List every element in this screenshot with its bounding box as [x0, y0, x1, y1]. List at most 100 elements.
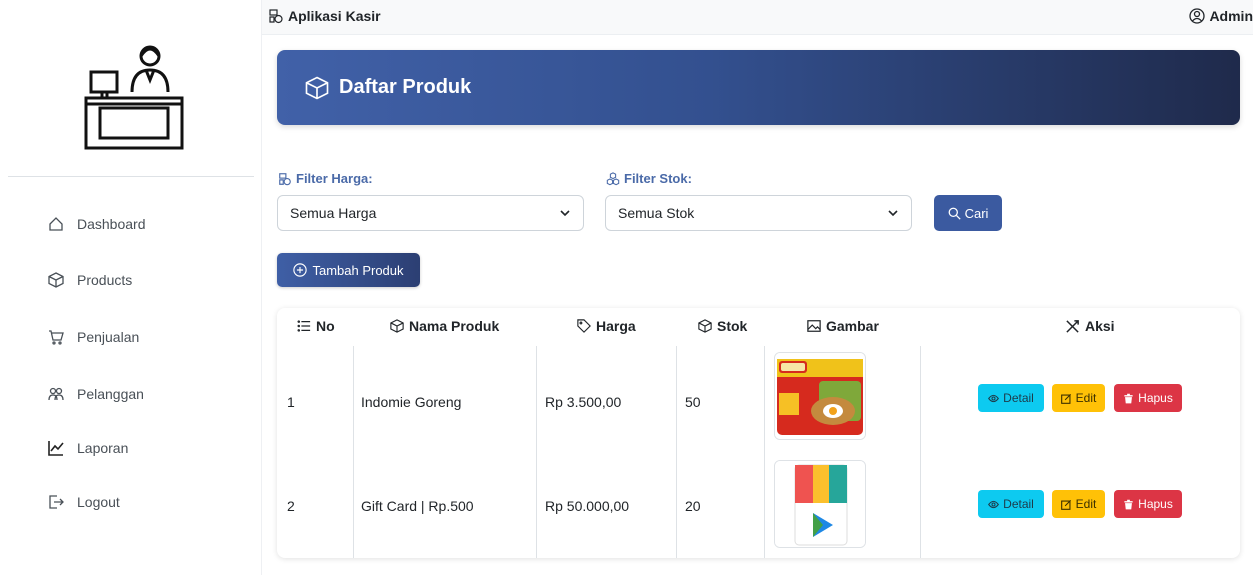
edit-button[interactable]: Edit	[1052, 490, 1105, 518]
box-icon	[390, 319, 404, 333]
sidebar-item-laporan[interactable]: Laporan	[47, 436, 128, 460]
trash-icon	[1124, 499, 1133, 509]
edit-button-label: Edit	[1075, 497, 1097, 511]
stock-filter-select[interactable]: Semua Stok	[605, 195, 912, 231]
sidebar-item-penjualan[interactable]: Penjualan	[47, 325, 139, 349]
search-button[interactable]: Cari	[934, 195, 1002, 231]
sidebar-item-logout[interactable]: Logout	[47, 490, 120, 514]
column-divider	[353, 346, 354, 558]
chevron-down-icon	[888, 210, 898, 217]
app-title: Aplikasi Kasir	[288, 8, 381, 24]
cashier-logo-icon	[82, 42, 186, 150]
list-icon	[297, 320, 311, 332]
column-divider	[764, 346, 765, 558]
box-icon	[698, 319, 712, 333]
row-2-no: 2	[287, 498, 295, 514]
detail-button-label: Detail	[1003, 391, 1034, 405]
column-header-price[interactable]: Harga	[577, 318, 636, 334]
column-header-label: Aksi	[1085, 318, 1115, 334]
column-header-label: Stok	[717, 318, 748, 334]
chevron-down-icon	[560, 210, 570, 217]
row-2-stock: 20	[685, 498, 701, 514]
delete-button-label: Hapus	[1138, 391, 1173, 405]
people-icon	[47, 385, 65, 403]
edit-button[interactable]: Edit	[1052, 384, 1105, 412]
box-icon	[47, 271, 65, 289]
column-divider	[676, 346, 677, 558]
search-button-label: Cari	[964, 205, 989, 221]
detail-button-label: Detail	[1003, 497, 1034, 511]
column-header-label: Gambar	[826, 318, 879, 334]
page-title: Daftar Produk	[305, 76, 471, 100]
products-table: No Nama Produk Harga Stok Gambar Aksi 1 …	[277, 308, 1240, 558]
tools-icon	[1066, 319, 1079, 333]
column-header-stock[interactable]: Stok	[698, 318, 747, 334]
column-header-label: Harga	[596, 318, 636, 334]
column-header-image[interactable]: Gambar	[807, 318, 879, 334]
column-header-label: No	[316, 318, 335, 334]
page-header: Daftar Produk	[277, 50, 1240, 125]
user-circle-icon	[1189, 8, 1206, 24]
sidebar-item-label: Pelanggan	[77, 386, 144, 402]
sidebar-item-label: Dashboard	[77, 216, 146, 232]
column-header-no[interactable]: No	[297, 318, 335, 334]
column-header-action[interactable]: Aksi	[1065, 318, 1115, 334]
indomie-product-image	[774, 352, 866, 440]
app-brand[interactable]: Aplikasi Kasir	[268, 8, 381, 24]
top-navbar: Aplikasi Kasir Admin	[262, 0, 1253, 35]
detail-button[interactable]: Detail	[978, 490, 1044, 518]
sidebar-item-label: Logout	[77, 494, 120, 510]
pencil-square-icon	[1060, 499, 1071, 510]
delete-button-label: Hapus	[1138, 497, 1173, 511]
column-divider	[920, 346, 921, 558]
tag-icon	[577, 319, 591, 333]
price-filter-value: Semua Harga	[290, 205, 377, 221]
column-header-name[interactable]: Nama Produk	[390, 318, 499, 334]
page-title-text: Daftar Produk	[339, 76, 472, 98]
sidebar-item-label: Laporan	[77, 440, 129, 456]
box-icon	[305, 76, 329, 99]
row-2-name: Gift Card | Rp.500	[361, 498, 474, 514]
cash-register-icon	[269, 9, 283, 24]
home-icon	[47, 215, 65, 233]
cash-register-icon	[279, 172, 291, 185]
pencil-square-icon	[1060, 393, 1071, 404]
stock-filter-label: Filter Stok:	[606, 171, 692, 186]
sidebar-item-dashboard[interactable]: Dashboard	[47, 212, 146, 236]
column-header-label: Nama Produk	[409, 318, 500, 334]
logout-icon	[47, 493, 65, 511]
price-filter-label-text: Filter Harga:	[296, 171, 373, 186]
sidebar-item-pelanggan[interactable]: Pelanggan	[47, 382, 144, 406]
boxes-icon	[606, 171, 620, 185]
column-divider	[536, 346, 537, 558]
price-filter-select[interactable]: Semua Harga	[277, 195, 584, 231]
stock-filter-value: Semua Stok	[618, 205, 695, 221]
delete-button[interactable]: Hapus	[1114, 384, 1182, 412]
image-icon	[807, 320, 821, 332]
sidebar-item-label: Products	[77, 272, 133, 288]
add-product-button[interactable]: Tambah Produk	[277, 253, 420, 287]
row-2-price: Rp 50.000,00	[545, 498, 630, 514]
sidebar-item-label: Penjualan	[77, 329, 140, 345]
sidebar-item-products[interactable]: Products	[47, 268, 132, 292]
row-1-stock: 50	[685, 394, 701, 410]
chart-line-icon	[47, 439, 65, 457]
row-1-price: Rp 3.500,00	[545, 394, 622, 410]
user-name: Admin	[1209, 8, 1253, 24]
stock-filter-label-text: Filter Stok:	[624, 171, 692, 186]
eye-icon	[988, 500, 1000, 508]
google-play-card-image	[774, 460, 866, 548]
row-1-name: Indomie Goreng	[361, 394, 462, 410]
detail-button[interactable]: Detail	[978, 384, 1044, 412]
sidebar-divider	[8, 176, 254, 177]
user-menu[interactable]: Admin	[1189, 8, 1253, 24]
delete-button[interactable]: Hapus	[1114, 490, 1182, 518]
eye-icon	[988, 394, 1000, 402]
trash-icon	[1124, 393, 1133, 403]
sidebar: Dashboard Products Penjualan Pelanggan L…	[0, 0, 262, 575]
add-product-label: Tambah Produk	[312, 262, 404, 278]
edit-button-label: Edit	[1075, 391, 1097, 405]
row-1-no: 1	[287, 394, 295, 410]
cart-icon	[47, 328, 65, 346]
plus-circle-icon	[293, 263, 308, 277]
